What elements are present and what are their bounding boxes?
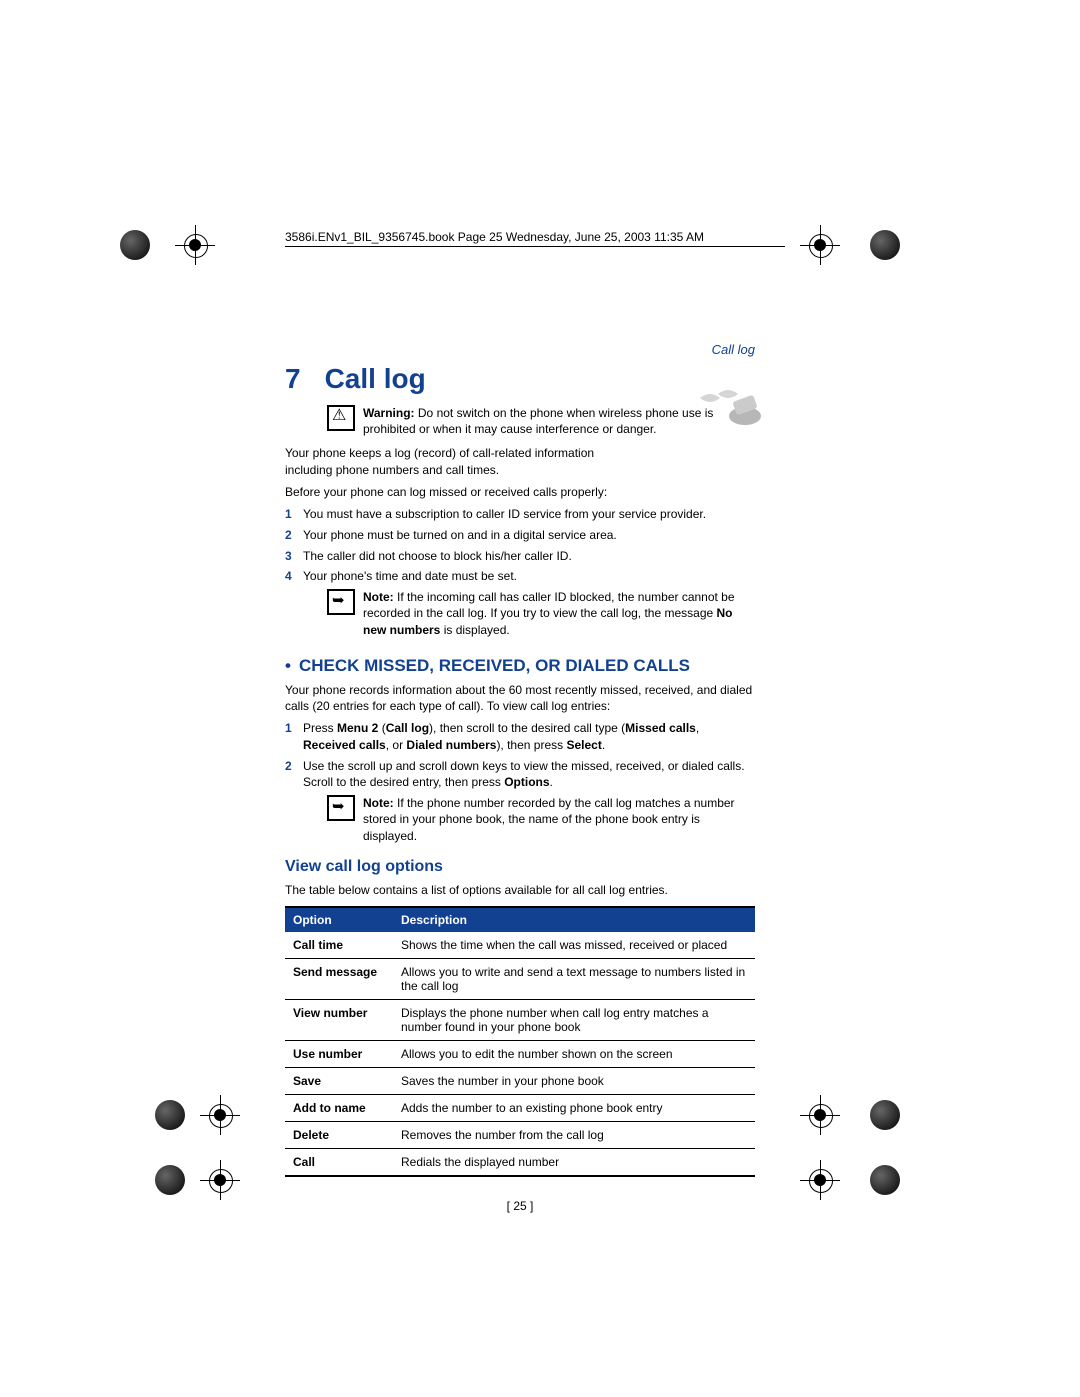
- print-mark-icon: [155, 1165, 185, 1195]
- list-item: 1 Press Menu 2 (Call log), then scroll t…: [285, 720, 755, 754]
- section-heading-options: View call log options: [285, 858, 805, 876]
- options-table: Option Description Call timeShows the ti…: [285, 906, 755, 1177]
- registration-mark-icon: [175, 225, 215, 265]
- table-row: SaveSaves the number in your phone book: [285, 1068, 755, 1095]
- registration-mark-icon: [800, 225, 840, 265]
- print-mark-icon: [870, 230, 900, 260]
- registration-mark-icon: [200, 1095, 240, 1135]
- registration-mark-icon: [800, 1095, 840, 1135]
- note-callout: Note: If the incoming call has caller ID…: [327, 589, 757, 638]
- book-header: 3586i.ENv1_BIL_9356745.book Page 25 Wedn…: [285, 230, 785, 247]
- print-mark-icon: [870, 1100, 900, 1130]
- registration-mark-icon: [800, 1160, 840, 1200]
- prereq-list: 1You must have a subscription to caller …: [285, 506, 755, 585]
- print-mark-icon: [120, 230, 150, 260]
- table-header-description: Description: [393, 907, 755, 932]
- section1-para: Your phone records information about the…: [285, 682, 755, 714]
- table-header-option: Option: [285, 907, 393, 932]
- list-item: 3The caller did not choose to block his/…: [285, 548, 755, 565]
- intro-para-1: Your phone keeps a log (record) of call-…: [285, 445, 625, 477]
- print-mark-icon: [155, 1100, 185, 1130]
- table-row: Send messageAllows you to write and send…: [285, 959, 755, 1000]
- note-icon: [327, 589, 355, 615]
- warning-icon: [327, 405, 355, 431]
- table-row: Call timeShows the time when the call wa…: [285, 932, 755, 959]
- print-mark-icon: [870, 1165, 900, 1195]
- section2-para: The table below contains a list of optio…: [285, 882, 755, 898]
- list-item: 2Your phone must be turned on and in a d…: [285, 527, 755, 544]
- steps-list: 1 Press Menu 2 (Call log), then scroll t…: [285, 720, 755, 791]
- note-text: Note: If the phone number recorded by th…: [363, 795, 757, 844]
- section-heading-check: CHECK MISSED, RECEIVED, OR DIALED CALLS: [285, 656, 805, 676]
- table-row: Add to nameAdds the number to an existin…: [285, 1095, 755, 1122]
- note-text: Note: If the incoming call has caller ID…: [363, 589, 757, 638]
- registration-mark-icon: [200, 1160, 240, 1200]
- table-row: CallRedials the displayed number: [285, 1149, 755, 1177]
- page-content: 3586i.ENv1_BIL_9356745.book Page 25 Wedn…: [285, 230, 805, 1213]
- chapter-number: 7: [285, 363, 301, 395]
- table-row: View numberDisplays the phone number whe…: [285, 1000, 755, 1041]
- chapter-title: Call log: [325, 363, 426, 395]
- list-item: 2 Use the scroll up and scroll down keys…: [285, 758, 755, 792]
- note-icon: [327, 795, 355, 821]
- running-head: Call log: [285, 342, 755, 357]
- table-row: DeleteRemoves the number from the call l…: [285, 1122, 755, 1149]
- intro-para-2: Before your phone can log missed or rece…: [285, 484, 755, 500]
- page-number: [ 25 ]: [285, 1199, 755, 1213]
- list-item: 4Your phone's time and date must be set.: [285, 568, 755, 585]
- list-item: 1You must have a subscription to caller …: [285, 506, 755, 523]
- note-callout: Note: If the phone number recorded by th…: [327, 795, 757, 844]
- phone-illustration-icon: [690, 388, 770, 428]
- table-row: Use numberAllows you to edit the number …: [285, 1041, 755, 1068]
